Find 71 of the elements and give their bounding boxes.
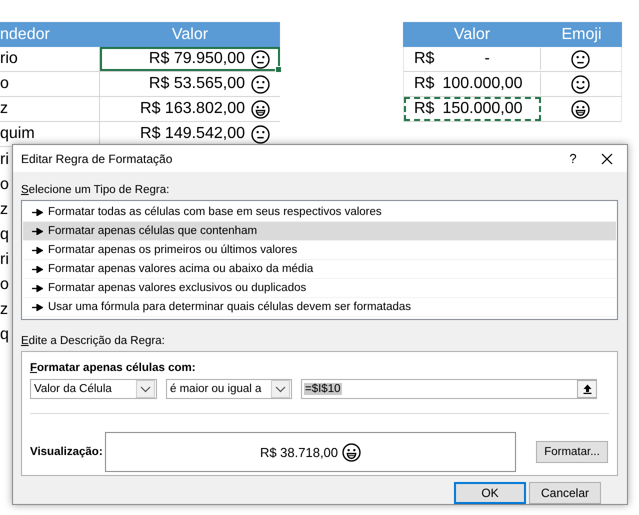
currency-value: R$ 163.802,00 [140, 100, 245, 118]
currency-symbol: R$ [414, 100, 434, 118]
neutral-face-icon [251, 74, 270, 94]
currency-value: R$ 53.565,00 [148, 75, 245, 93]
dropdown[interactable]: Valor da Célula [30, 379, 157, 399]
table-cell: ri [0, 150, 9, 168]
window-title: Editar Regra de Formatação [21, 152, 174, 166]
group-label: Formatar apenas células com: [30, 362, 197, 374]
grin-face-icon [251, 100, 270, 118]
arrow-icon [32, 208, 43, 216]
column-header: Valor [452, 25, 492, 45]
currency-symbol: R$ [414, 75, 434, 93]
rule-type-item[interactable]: Formatar apenas valores acima ou abaixo da média [23, 260, 616, 279]
neutral-face-icon [571, 50, 590, 68]
grin-face-icon [342, 442, 362, 462]
arrow-icon [32, 284, 43, 292]
preview-label: Visualização: [30, 446, 104, 458]
arrow-icon [32, 228, 43, 234]
rule-type-label: Formatar todas as células com base em seus respectivos valores [48, 206, 382, 218]
table-cell: ri [0, 250, 9, 268]
column-header: Emoji [560, 25, 602, 45]
formula-field[interactable]: =$I$10 [301, 379, 597, 399]
ok-button[interactable]: OK [454, 482, 526, 504]
section-label: Selecione um Tipo de Regra: [21, 184, 170, 196]
table-cell: z [0, 97, 100, 121]
table-cell: q [0, 326, 9, 344]
section-label: Edite a Descrição da Regra: [21, 335, 166, 347]
arrow-icon [32, 266, 43, 272]
currency-value: R$ 149.542,00 [140, 125, 245, 143]
chevron-down-icon [275, 386, 286, 392]
table-cell: q [0, 226, 9, 244]
rule-type-item[interactable]: Formatar apenas células que contenham [23, 222, 616, 241]
amount: 150.000,00 [441, 100, 524, 118]
rule-type-label: Formatar apenas os primeiros ou últimos valores [48, 244, 298, 256]
column-header: ndedor [0, 25, 51, 45]
rule-type-label: Usar uma fórmula para determinar quais células devem ser formatadas [48, 301, 412, 313]
arrow-icon [32, 246, 43, 254]
dropdown[interactable]: é maior ou igual a [166, 379, 292, 399]
rule-type-item[interactable]: Formatar apenas os primeiros ou últimos valores [23, 241, 616, 260]
table-cell: o [0, 276, 9, 294]
table-cell: z [0, 300, 8, 318]
amount: 100.000,00 [441, 75, 524, 93]
rule-type-item[interactable]: Formatar apenas valores exclusivos ou duplicados [23, 279, 616, 298]
neutral-face-icon [251, 50, 270, 68]
chevron-down-icon [140, 386, 151, 392]
rule-type-label: Formatar apenas valores acima ou abaixo da média [48, 263, 314, 275]
currency-symbol: R$ [414, 50, 434, 68]
rule-type-label: Formatar apenas valores exclusivos ou duplicados [48, 282, 306, 294]
value-cell[interactable]: R$ 149.542,00 [100, 122, 280, 146]
smile-face-icon [571, 74, 590, 94]
close-icon[interactable] [601, 152, 613, 164]
help-button[interactable]: ? [551, 151, 595, 166]
table-cell: rio [0, 47, 100, 71]
rule-type-label: Formatar apenas células que contenham [48, 225, 258, 237]
arrow-icon [32, 304, 43, 310]
table-cell: z [0, 200, 8, 218]
table-cell: o [0, 176, 9, 194]
value-cell[interactable]: R$ 150.000,00 [404, 97, 541, 121]
collapse-arrow-icon [582, 384, 592, 394]
cancel-button[interactable]: Cancelar [529, 482, 601, 504]
preview-text: R$ 38.718,00 [260, 444, 338, 460]
rule-type-item[interactable]: Usar uma fórmula para determinar quais células devem ser formatadas [23, 298, 616, 317]
column-header: Valor [170, 25, 210, 45]
grin-face-icon [571, 100, 590, 118]
value-cell[interactable]: R$ 79.950,00 [100, 47, 280, 71]
value-cell[interactable]: R$ 53.565,00 [100, 72, 280, 96]
amount: - [483, 50, 491, 68]
table-cell: o [0, 72, 100, 96]
value-cell[interactable]: R$ 163.802,00 [100, 97, 280, 121]
currency-value: R$ 79.950,00 [148, 50, 245, 68]
format-button[interactable]: Formatar... [536, 441, 608, 463]
